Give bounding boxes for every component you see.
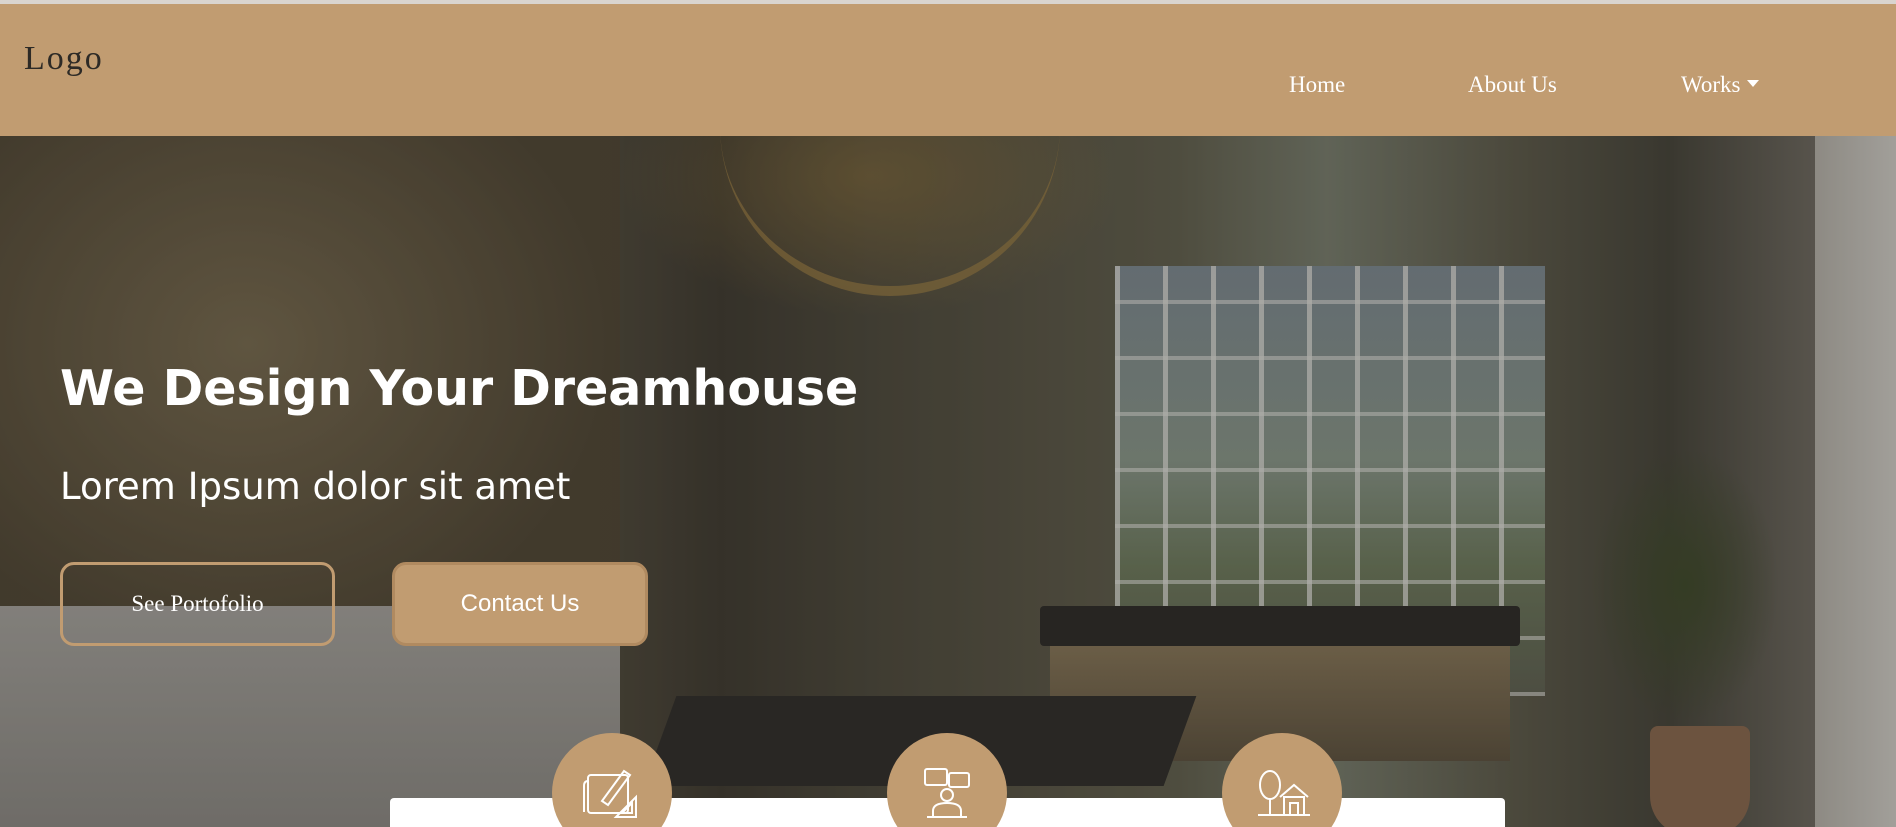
nav-works-label: Works <box>1681 72 1741 97</box>
logo[interactable]: Logo <box>24 40 104 78</box>
caret-down-icon <box>1747 80 1760 87</box>
house-tree-icon <box>1258 770 1310 816</box>
navbar: Logo Home About Us Works <box>0 4 1896 136</box>
hero-section: We Design Your Dreamhouse Lorem Ipsum do… <box>0 136 1896 827</box>
hero-subtitle: Lorem Ipsum dolor sit amet <box>60 465 571 508</box>
contact-us-button[interactable]: Contact Us <box>392 562 648 646</box>
hero-title: We Design Your Dreamhouse <box>60 360 859 417</box>
nav-link-about-us[interactable]: About Us <box>1468 72 1557 98</box>
see-portfolio-button[interactable]: See Portofolio <box>60 562 335 646</box>
nav-link-home[interactable]: Home <box>1289 72 1345 98</box>
nav-link-works-dropdown[interactable]: Works <box>1681 72 1760 98</box>
team-meeting-icon <box>924 768 970 818</box>
blueprint-drafting-icon <box>583 769 637 818</box>
